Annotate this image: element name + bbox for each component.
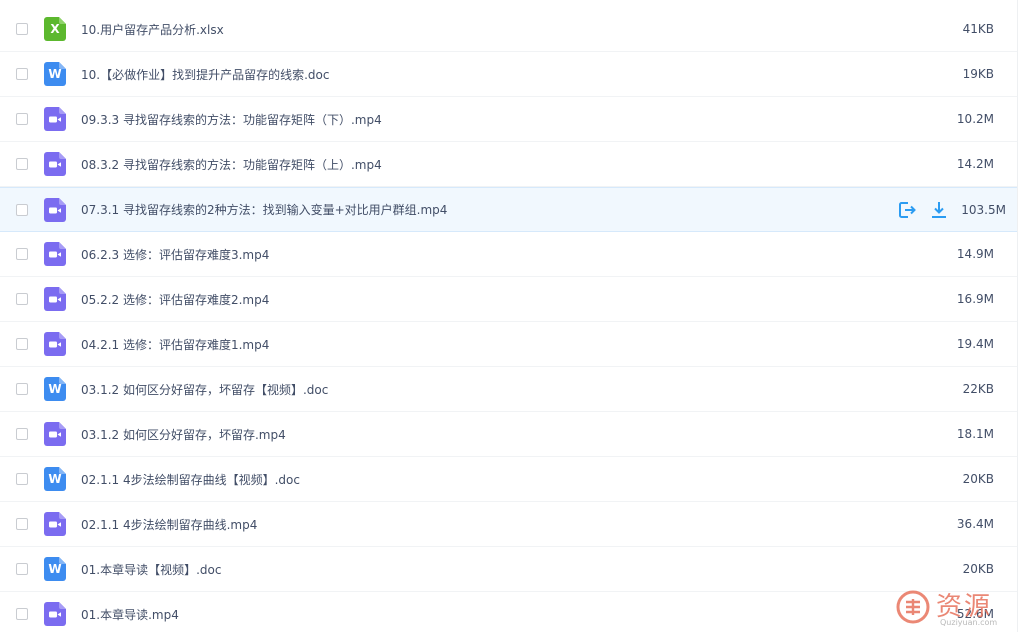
row-checkbox[interactable] [16,23,28,35]
file-icon-letter: W [48,382,62,396]
file-icon-letter: W [48,472,62,486]
row-checkbox[interactable] [16,203,28,216]
row-checkbox[interactable] [16,608,28,620]
file-name[interactable]: 07.3.1 寻找留存线索的2种方法：找到输入变量+对比用户群组.mp4 [81,201,447,218]
file-size: 19.4M [956,337,994,351]
file-name[interactable]: 03.1.2 如何区分好留存，坏留存【视频】.doc [81,381,328,398]
row-checkbox[interactable] [16,518,28,530]
file-icon-letter: X [50,22,60,36]
file-row[interactable]: 01.本章导读.mp4 52.6M [0,592,1018,632]
file-row[interactable]: W 02.1.1 4步法绘制留存曲线【视频】.doc 20KB [0,457,1018,502]
word-file-icon: W [44,62,66,86]
excel-file-icon: X [44,17,66,41]
file-row[interactable]: 09.3.3 寻找留存线索的方法：功能留存矩阵（下）.mp4 10.2M [0,97,1018,142]
file-name[interactable]: 04.2.1 选修：评估留存难度1.mp4 [81,336,269,353]
row-checkbox[interactable] [16,383,28,395]
word-file-icon: W [44,557,66,581]
file-row[interactable]: 02.1.1 4步法绘制留存曲线.mp4 36.4M [0,502,1018,547]
video-file-icon [44,332,66,356]
video-file-icon [44,287,66,311]
file-list: X 10.用户留存产品分析.xlsx 41KB W 10.【必做作业】找到提升产品留存的… [0,0,1018,632]
file-row[interactable]: 04.2.1 选修：评估留存难度1.mp4 19.4M [0,322,1018,367]
file-size: 20KB [962,562,994,576]
video-file-icon [44,152,66,176]
file-row[interactable]: 08.3.2 寻找留存线索的方法：功能留存矩阵（上）.mp4 14.2M [0,142,1018,187]
file-size: 10.2M [956,112,994,126]
file-name[interactable]: 02.1.1 4步法绘制留存曲线【视频】.doc [81,471,300,488]
file-size: 22KB [962,382,994,396]
file-name[interactable]: 01.本章导读【视频】.doc [81,561,221,578]
video-file-icon [44,107,66,131]
file-size: 41KB [962,22,994,36]
file-icon-letter: W [48,67,62,81]
file-row[interactable]: 05.2.2 选修：评估留存难度2.mp4 16.9M [0,277,1018,322]
video-file-icon [44,242,66,266]
qu-logo-icon [896,590,930,624]
video-file-icon [44,197,66,222]
share-icon[interactable] [898,201,916,219]
watermark-subtext: Quziyuan.com [940,618,998,627]
file-name[interactable]: 05.2.2 选修：评估留存难度2.mp4 [81,291,269,308]
file-row[interactable]: W 10.【必做作业】找到提升产品留存的线索.doc 19KB [0,52,1018,97]
file-row[interactable]: 07.3.1 寻找留存线索的2种方法：找到输入变量+对比用户群组.mp4 103.… [0,187,1018,232]
file-size: 16.9M [956,292,994,306]
file-row[interactable]: W 01.本章导读【视频】.doc 20KB [0,547,1018,592]
word-file-icon: W [44,377,66,401]
file-row[interactable]: X 10.用户留存产品分析.xlsx 41KB [0,7,1018,52]
row-actions [898,201,948,219]
file-name[interactable]: 09.3.3 寻找留存线索的方法：功能留存矩阵（下）.mp4 [81,111,382,128]
file-name[interactable]: 06.2.3 选修：评估留存难度3.mp4 [81,246,269,263]
row-checkbox[interactable] [16,248,28,260]
row-checkbox[interactable] [16,293,28,305]
file-row[interactable]: W 03.1.2 如何区分好留存，坏留存【视频】.doc 22KB [0,367,1018,412]
file-row[interactable]: 06.2.3 选修：评估留存难度3.mp4 14.9M [0,232,1018,277]
file-name[interactable]: 10.用户留存产品分析.xlsx [81,21,224,38]
video-file-icon [44,512,66,536]
file-name[interactable]: 03.1.2 如何区分好留存，坏留存.mp4 [81,426,286,443]
word-file-icon: W [44,467,66,491]
video-file-icon [44,422,66,446]
site-watermark: 资源 Quziyuan.com [896,588,1014,628]
row-checkbox[interactable] [16,428,28,440]
row-checkbox[interactable] [16,158,28,170]
file-size: 103.5M [961,202,1006,217]
file-size: 14.2M [956,157,994,171]
file-row[interactable]: 03.1.2 如何区分好留存，坏留存.mp4 18.1M [0,412,1018,457]
row-checkbox[interactable] [16,473,28,485]
video-file-icon [44,602,66,626]
row-checkbox[interactable] [16,338,28,350]
file-size: 19KB [962,67,994,81]
file-size: 20KB [962,472,994,486]
file-size: 14.9M [956,247,994,261]
file-name[interactable]: 02.1.1 4步法绘制留存曲线.mp4 [81,516,257,533]
file-size: 36.4M [956,517,994,531]
row-checkbox[interactable] [16,113,28,125]
download-icon[interactable] [930,201,948,219]
file-name[interactable]: 08.3.2 寻找留存线索的方法：功能留存矩阵（上）.mp4 [81,156,382,173]
row-checkbox[interactable] [16,68,28,80]
row-checkbox[interactable] [16,563,28,575]
file-size: 18.1M [956,427,994,441]
file-icon-letter: W [48,562,62,576]
file-name[interactable]: 01.本章导读.mp4 [81,606,179,623]
file-name[interactable]: 10.【必做作业】找到提升产品留存的线索.doc [81,66,329,83]
